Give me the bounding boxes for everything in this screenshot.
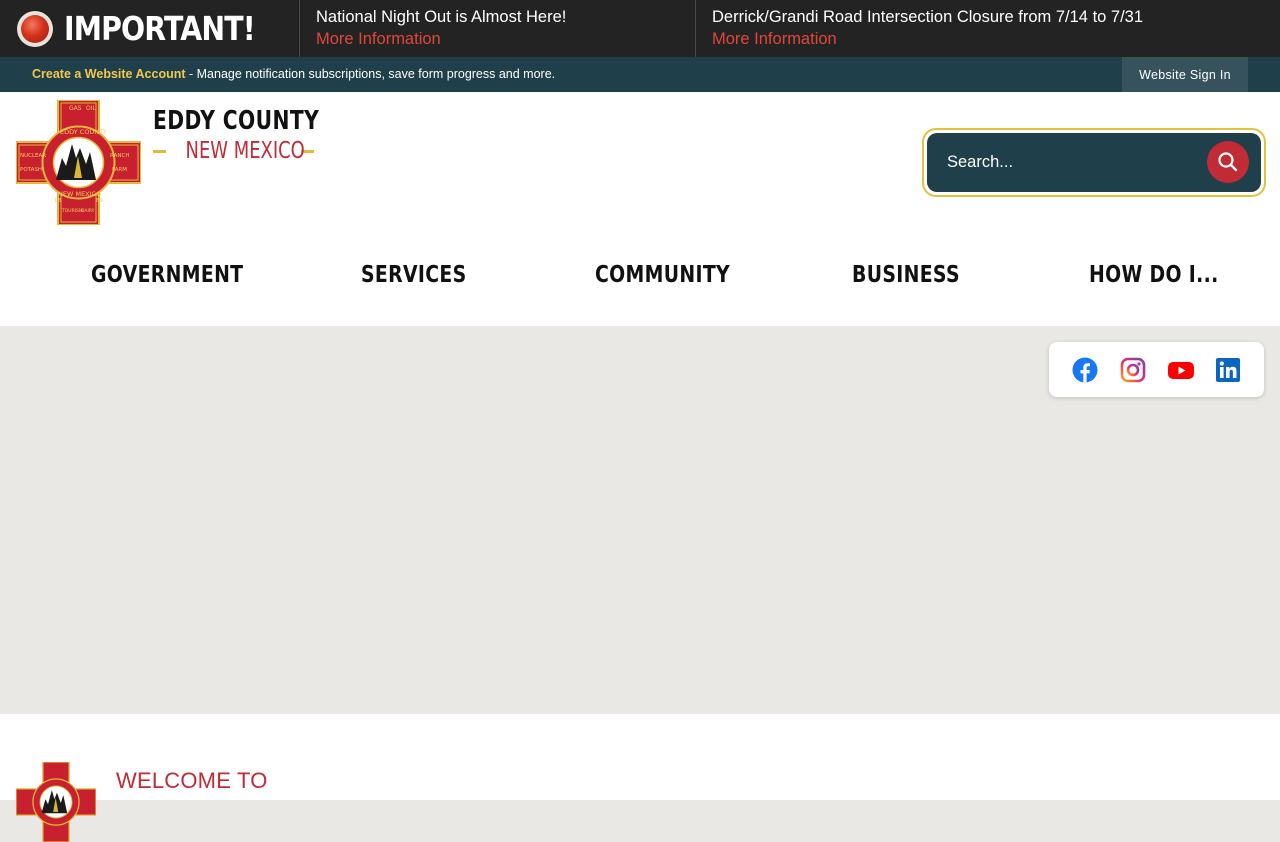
welcome-seal-logo	[16, 762, 96, 842]
seal-text: GAS	[69, 105, 82, 112]
seal-text: FARM	[112, 167, 127, 173]
logo-dash	[153, 149, 166, 153]
nav-item-community[interactable]: COMMUNITY	[595, 262, 730, 288]
social-links	[1049, 342, 1264, 397]
logo-wordmark[interactable]: EDDY COUNTY NEW MEXICO	[153, 106, 366, 164]
alert-item-text[interactable]: National Night Out is Almost Here!	[316, 6, 679, 28]
alert-item-text[interactable]: Derrick/Grandi Road Intersection Closure…	[712, 6, 1143, 28]
alert-more-info-link[interactable]: More Information	[712, 28, 1143, 50]
logo-state-name: NEW MEXICO	[185, 138, 305, 164]
account-bar-message: Create a Website Account - Manage notifi…	[32, 67, 555, 81]
facebook-icon[interactable]	[1072, 357, 1098, 383]
seal-text: POTASH	[20, 167, 42, 173]
sign-in-button[interactable]: Website Sign In	[1122, 57, 1248, 92]
alert-more-info-link[interactable]: More Information	[316, 28, 679, 50]
search-input[interactable]	[927, 133, 1197, 192]
seal-text: 89	[96, 198, 103, 204]
alert-item: National Night Out is Almost Here! More …	[300, 0, 696, 57]
alert-item: Derrick/Grandi Road Intersection Closure…	[696, 0, 1159, 57]
logo-county-name: EDDY COUNTY	[153, 106, 320, 136]
search-button[interactable]	[1207, 141, 1249, 183]
nav-item-business[interactable]: BUSINESS	[852, 262, 960, 288]
seal-text: DAIRY	[81, 208, 95, 214]
welcome-section: WELCOME TO	[0, 714, 1280, 842]
hero-banner	[0, 326, 1280, 714]
county-seal-logo: GAS OIL EDDY COUNTY NUCLEAR POTASH RANCH…	[16, 100, 141, 225]
account-bar: Create a Website Account - Manage notifi…	[0, 57, 1280, 92]
logo-state-row: NEW MEXICO	[153, 138, 366, 164]
create-account-link[interactable]: Create a Website Account	[32, 67, 186, 81]
alert-bar: IMPORTANT! National Night Out is Almost …	[0, 0, 1280, 57]
instagram-icon[interactable]	[1120, 357, 1146, 383]
search-container	[922, 128, 1266, 197]
main-nav: GOVERNMENT SERVICES COMMUNITY BUSINESS H…	[0, 262, 1280, 296]
nav-item-how-do-i[interactable]: HOW DO I...	[1089, 262, 1219, 288]
nav-item-services[interactable]: SERVICES	[361, 262, 467, 288]
seal-text: 18	[54, 198, 61, 204]
site-header: GAS OIL EDDY COUNTY NUCLEAR POTASH RANCH…	[0, 92, 1280, 326]
alert-icon	[17, 10, 53, 47]
alert-title: IMPORTANT!	[64, 9, 256, 48]
youtube-icon[interactable]	[1168, 357, 1194, 383]
linkedin-icon[interactable]	[1215, 357, 1241, 383]
search-box	[927, 133, 1261, 192]
seal-text: NEW MEXICO	[58, 190, 101, 198]
account-bar-description: - Manage notification subscriptions, sav…	[185, 67, 556, 81]
welcome-title: WELCOME TO	[116, 768, 268, 793]
seal-text: NUCLEAR	[20, 153, 46, 159]
seal-text: EDDY COUNTY	[60, 128, 107, 136]
seal-text: TOURISM	[61, 208, 83, 214]
seal-text: RANCH	[110, 153, 129, 159]
search-icon	[1218, 152, 1238, 172]
nav-item-government[interactable]: GOVERNMENT	[91, 262, 243, 288]
seal-text: OIL	[86, 105, 96, 112]
alert-label: IMPORTANT!	[0, 0, 300, 57]
